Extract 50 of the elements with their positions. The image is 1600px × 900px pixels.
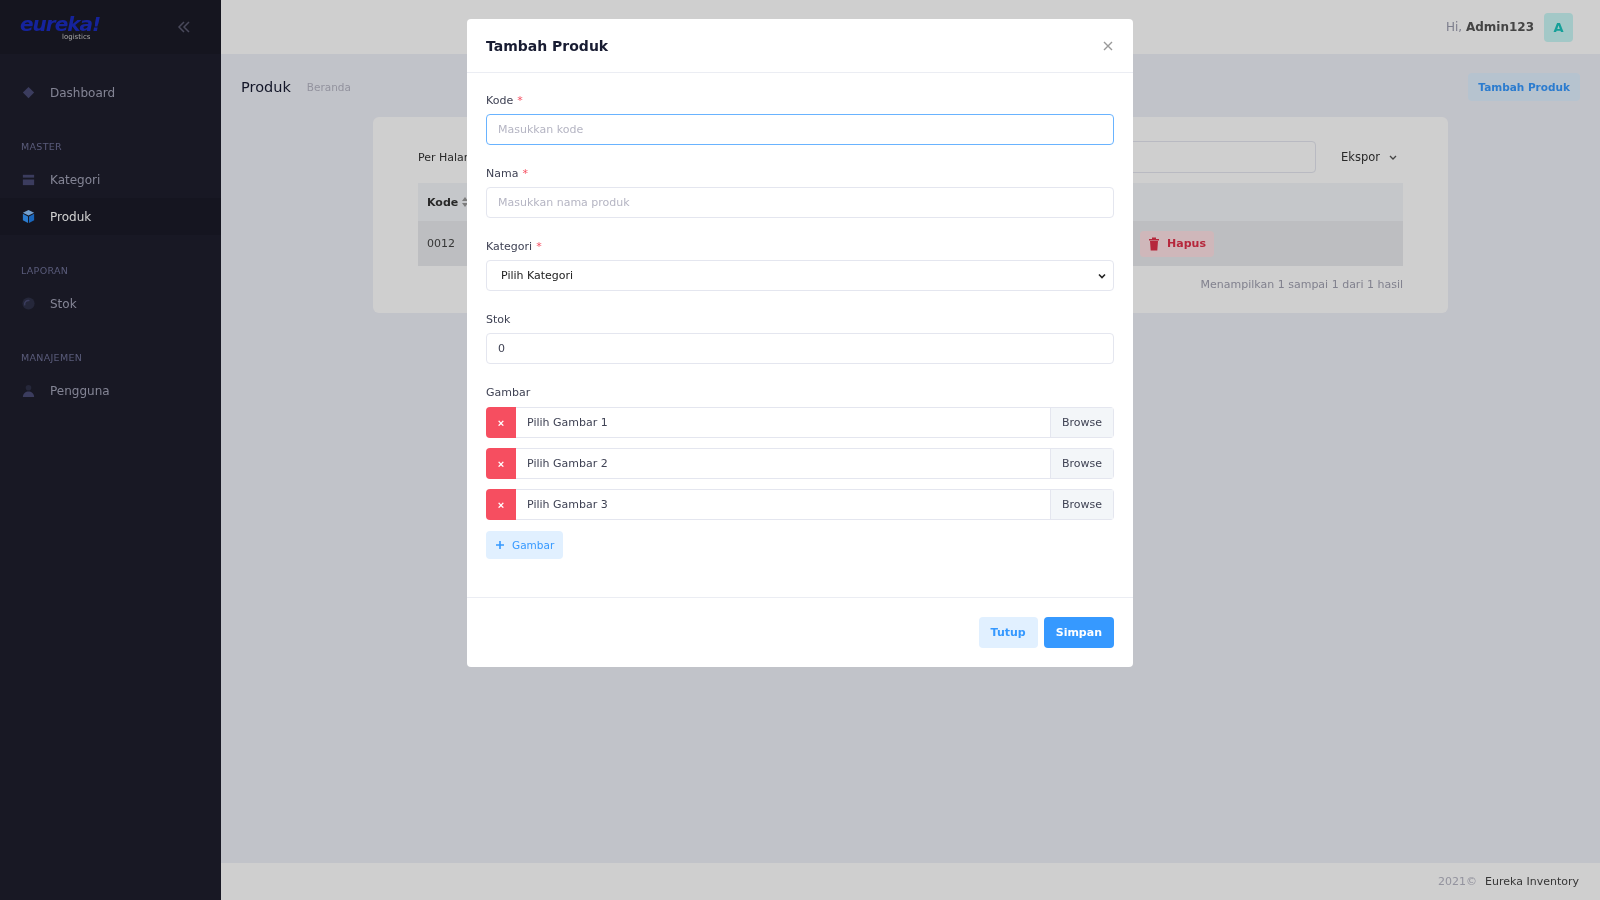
field-label: Kode <box>486 94 514 107</box>
trash-icon <box>1148 236 1161 251</box>
modal-title: Tambah Produk <box>486 37 609 54</box>
required-marker: * <box>517 94 523 107</box>
footer-link[interactable]: Eureka Inventory <box>1485 875 1579 888</box>
add-image-button[interactable]: Gambar <box>486 531 564 559</box>
plus-icon <box>495 540 505 550</box>
diamond-icon <box>21 85 36 100</box>
column-header[interactable]: Kode <box>427 195 470 209</box>
file-input[interactable]: Pilih Gambar 1 Browse <box>516 407 1114 438</box>
delete-button[interactable]: Hapus <box>1140 230 1214 257</box>
page-title: Produk <box>241 79 291 95</box>
greeting-text: Hi, Admin123 <box>1445 20 1534 34</box>
input-field[interactable]: 0 <box>486 333 1114 364</box>
nav-item[interactable]: Pengguna <box>0 372 221 409</box>
export-dropdown[interactable]: Ekspor <box>1336 150 1403 164</box>
nav-item[interactable]: Kategori <box>0 161 221 198</box>
field-label: Nama <box>486 167 519 180</box>
field-label: Stok <box>486 313 511 326</box>
nav-item[interactable]: Produk <box>0 198 221 235</box>
nav-section-heading: MASTER <box>20 140 63 154</box>
user-icon <box>21 383 36 398</box>
sort-icon <box>461 196 470 208</box>
gauge-icon <box>21 296 36 311</box>
category-select[interactable]: Pilih Kategori <box>486 260 1114 291</box>
close-icon[interactable] <box>1102 39 1114 52</box>
field-label: Kategori <box>486 240 533 253</box>
nav-section-heading: MANAJEMEN <box>20 351 84 365</box>
nav-item[interactable]: Dashboard <box>0 74 221 111</box>
cube-icon <box>21 209 36 224</box>
file-input[interactable]: Pilih Gambar 3 Browse <box>516 489 1114 520</box>
save-button[interactable]: Simpan <box>1043 617 1114 648</box>
required-marker: * <box>536 240 542 253</box>
per-page-label: Per Halar <box>418 150 469 164</box>
logo-text: eureka! <box>20 13 101 34</box>
nav-item[interactable]: Stok <box>0 285 221 322</box>
required-marker: * <box>522 167 528 180</box>
tray-icon <box>21 172 36 187</box>
remove-image-button[interactable]: × <box>486 407 516 438</box>
table-cell: 0012 <box>427 237 455 250</box>
collapse-icon[interactable] <box>177 20 191 34</box>
input-field[interactable]: Masukkan kode <box>486 114 1114 145</box>
copyright-year: 2021© <box>1438 875 1478 888</box>
remove-image-button[interactable]: × <box>486 489 516 520</box>
remove-image-button[interactable]: × <box>486 448 516 479</box>
results-summary: Menampilkan 1 sampai 1 dari 1 hasil <box>1199 278 1403 291</box>
file-input[interactable]: Pilih Gambar 2 Browse <box>516 448 1114 479</box>
field-label: Gambar <box>486 386 531 399</box>
nav-section-heading: LAPORAN <box>20 264 70 278</box>
close-button[interactable]: Tutup <box>978 617 1038 648</box>
